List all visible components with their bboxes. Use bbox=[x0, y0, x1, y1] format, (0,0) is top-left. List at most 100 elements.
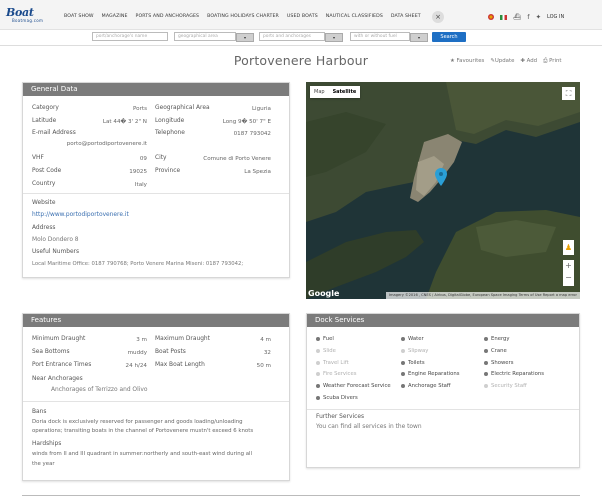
area-value: Liguria bbox=[251, 106, 271, 112]
fuel-select[interactable]: with or without fuel bbox=[350, 32, 410, 41]
dock-service-item: Water bbox=[401, 336, 424, 342]
dock-service-label: Fuel bbox=[323, 336, 334, 342]
dock-service-item: Anchorage Staff bbox=[401, 383, 451, 389]
type-select[interactable]: ports and anchorages bbox=[259, 32, 325, 41]
search-button[interactable]: Search bbox=[432, 32, 466, 42]
dock-service-label: Scuba Divers bbox=[323, 395, 358, 401]
dock-service-label: Electric Reparations bbox=[491, 371, 544, 378]
hardships-line-1: winds from II and III quadrant in summer… bbox=[32, 451, 253, 457]
search-bar: port/anchorage's name geographical area … bbox=[0, 30, 602, 46]
add-link[interactable]: ✚ Add bbox=[520, 58, 537, 65]
postcode-value: 19025 bbox=[129, 169, 147, 175]
satellite-map[interactable]: Map Satellite ⛶ ♟ + − Google Imagery ©20… bbox=[306, 82, 580, 299]
area-dropdown-button[interactable]: ▾ bbox=[236, 33, 254, 42]
latitude-value: Lat 44� 3' 2" N bbox=[102, 119, 147, 125]
facebook-icon[interactable]: f bbox=[527, 13, 529, 21]
email-value[interactable]: porto@portodiportovenere.it bbox=[67, 141, 147, 147]
site-logo[interactable]: Boat Boatmag.com bbox=[6, 7, 58, 24]
divider bbox=[23, 401, 289, 402]
further-services-value: You can find all services in the town bbox=[316, 424, 422, 430]
menu-item-data-sheet[interactable]: DATA SHEET bbox=[391, 14, 421, 19]
divider bbox=[23, 193, 289, 194]
city-value: Comune di Porto Venere bbox=[203, 156, 271, 162]
dock-service-item: Slipway bbox=[401, 348, 428, 354]
available-dot-icon bbox=[401, 360, 405, 365]
website-link[interactable]: http://www.portodiportovenere.it bbox=[32, 212, 129, 218]
italian-flag-icon[interactable] bbox=[500, 14, 507, 20]
zoom-in-icon[interactable]: + bbox=[563, 260, 574, 272]
update-link[interactable]: ✎Update bbox=[490, 58, 514, 65]
map-tab[interactable]: Map bbox=[310, 86, 329, 98]
dock-service-label: Engine Reparations bbox=[408, 371, 460, 378]
useful-numbers-label: Useful Numbers bbox=[32, 249, 80, 255]
city-label: City bbox=[155, 155, 167, 161]
postcode-label: Post Code bbox=[32, 168, 62, 174]
available-dot-icon bbox=[316, 396, 320, 400]
map-attribution[interactable]: Imagery ©2016 , CNES / Airbus, DigitalGl… bbox=[386, 292, 580, 299]
boat-posts-label: Boat Posts bbox=[155, 349, 186, 355]
login-link[interactable]: LOG IN bbox=[547, 14, 564, 20]
general-data-panel: General Data Category Ports Latitude Lat… bbox=[22, 82, 290, 278]
menu-item-boat-show[interactable]: BOAT SHOW bbox=[64, 14, 94, 19]
dock-service-label: Energy bbox=[491, 336, 510, 342]
unavailable-dot-icon bbox=[316, 360, 320, 365]
menu-item-magazine[interactable]: MAGAZINE bbox=[102, 14, 128, 19]
unavailable-dot-icon bbox=[316, 372, 320, 377]
dock-service-item: Fire Services bbox=[316, 371, 356, 377]
zoom-out-icon[interactable]: − bbox=[563, 272, 574, 284]
available-dot-icon bbox=[484, 348, 488, 353]
menu-item-classifieds[interactable]: NAUTICAL CLASSIFIEDS bbox=[326, 14, 383, 19]
menu-item-charter[interactable]: BOATING HOLIDAYS CHARTER bbox=[207, 14, 279, 19]
divider bbox=[307, 409, 579, 410]
area-select[interactable]: geographical area bbox=[174, 32, 236, 41]
close-icon[interactable]: × bbox=[432, 11, 444, 23]
sea-bottoms-value: muddy bbox=[127, 350, 147, 356]
bans-line-2: operations; transiting boats in the chan… bbox=[32, 428, 254, 434]
print-link[interactable]: ⎙ Print bbox=[543, 58, 561, 65]
near-anchorages-label: Near Anchorages bbox=[32, 376, 83, 382]
map-pin-icon[interactable] bbox=[435, 168, 447, 186]
max-length-label: Max Boat Length bbox=[155, 362, 205, 368]
menu-item-ports[interactable]: PORTS AND ANCHORAGES bbox=[136, 14, 200, 19]
satellite-tab[interactable]: Satellite bbox=[329, 86, 361, 98]
vhf-value: 09 bbox=[139, 156, 147, 162]
bans-line-1: Doria dock is exclusively reserved for p… bbox=[32, 419, 243, 425]
dock-service-item: Toilets bbox=[401, 360, 425, 366]
available-dot-icon bbox=[401, 372, 405, 377]
dock-service-item: Travel Lift bbox=[316, 360, 349, 366]
google-logo: Google bbox=[308, 289, 340, 298]
dock-service-item: Slide bbox=[316, 348, 336, 354]
general-data-heading: General Data bbox=[23, 83, 289, 96]
type-dropdown-button[interactable]: ▾ bbox=[325, 33, 343, 42]
fuel-dropdown-button[interactable]: ▾ bbox=[410, 33, 428, 42]
dock-service-item: Fuel bbox=[316, 336, 334, 342]
dock-service-label: Showers bbox=[491, 359, 514, 366]
twitter-icon[interactable]: ✦ bbox=[536, 13, 541, 21]
boat-posts-value: 32 bbox=[263, 350, 271, 356]
longitude-label: Longitude bbox=[155, 118, 185, 124]
telephone-value: 0187 793042 bbox=[233, 131, 271, 137]
fullscreen-icon[interactable]: ⛶ bbox=[562, 87, 575, 100]
menu-item-used-boats[interactable]: USED BOATS bbox=[287, 14, 318, 19]
dock-service-item: Scuba Divers bbox=[316, 395, 358, 401]
useful-numbers-value: Local Maritime Office: 0187 790768; Port… bbox=[32, 261, 244, 267]
features-heading: Features bbox=[23, 314, 289, 327]
vhf-label: VHF bbox=[32, 155, 44, 161]
unavailable-dot-icon bbox=[316, 348, 320, 353]
dock-service-item: Energy bbox=[484, 336, 510, 342]
port-name-input[interactable]: port/anchorage's name bbox=[92, 32, 168, 41]
sea-bottoms-label: Sea Bottoms bbox=[32, 349, 70, 355]
email-label: E-mail Address bbox=[32, 130, 76, 136]
dock-service-label: Fire Services bbox=[323, 371, 357, 378]
street-view-pegman-icon[interactable]: ♟ bbox=[563, 240, 574, 255]
dock-service-item: Security Staff bbox=[484, 383, 527, 389]
hardships-line-2: the year bbox=[32, 461, 55, 467]
telephone-label: Telephone bbox=[155, 130, 185, 136]
favourites-link[interactable]: ★ Favourites bbox=[450, 58, 484, 65]
top-navigation: Boat Boatmag.com BOAT SHOW MAGAZINE PORT… bbox=[0, 0, 602, 30]
country-value: Italy bbox=[134, 182, 147, 188]
website-label: Website bbox=[32, 200, 56, 206]
language-flag-icon[interactable] bbox=[488, 14, 494, 20]
boat-icon[interactable]: ⛴ bbox=[513, 13, 521, 21]
dock-service-label: Crane bbox=[491, 347, 507, 354]
